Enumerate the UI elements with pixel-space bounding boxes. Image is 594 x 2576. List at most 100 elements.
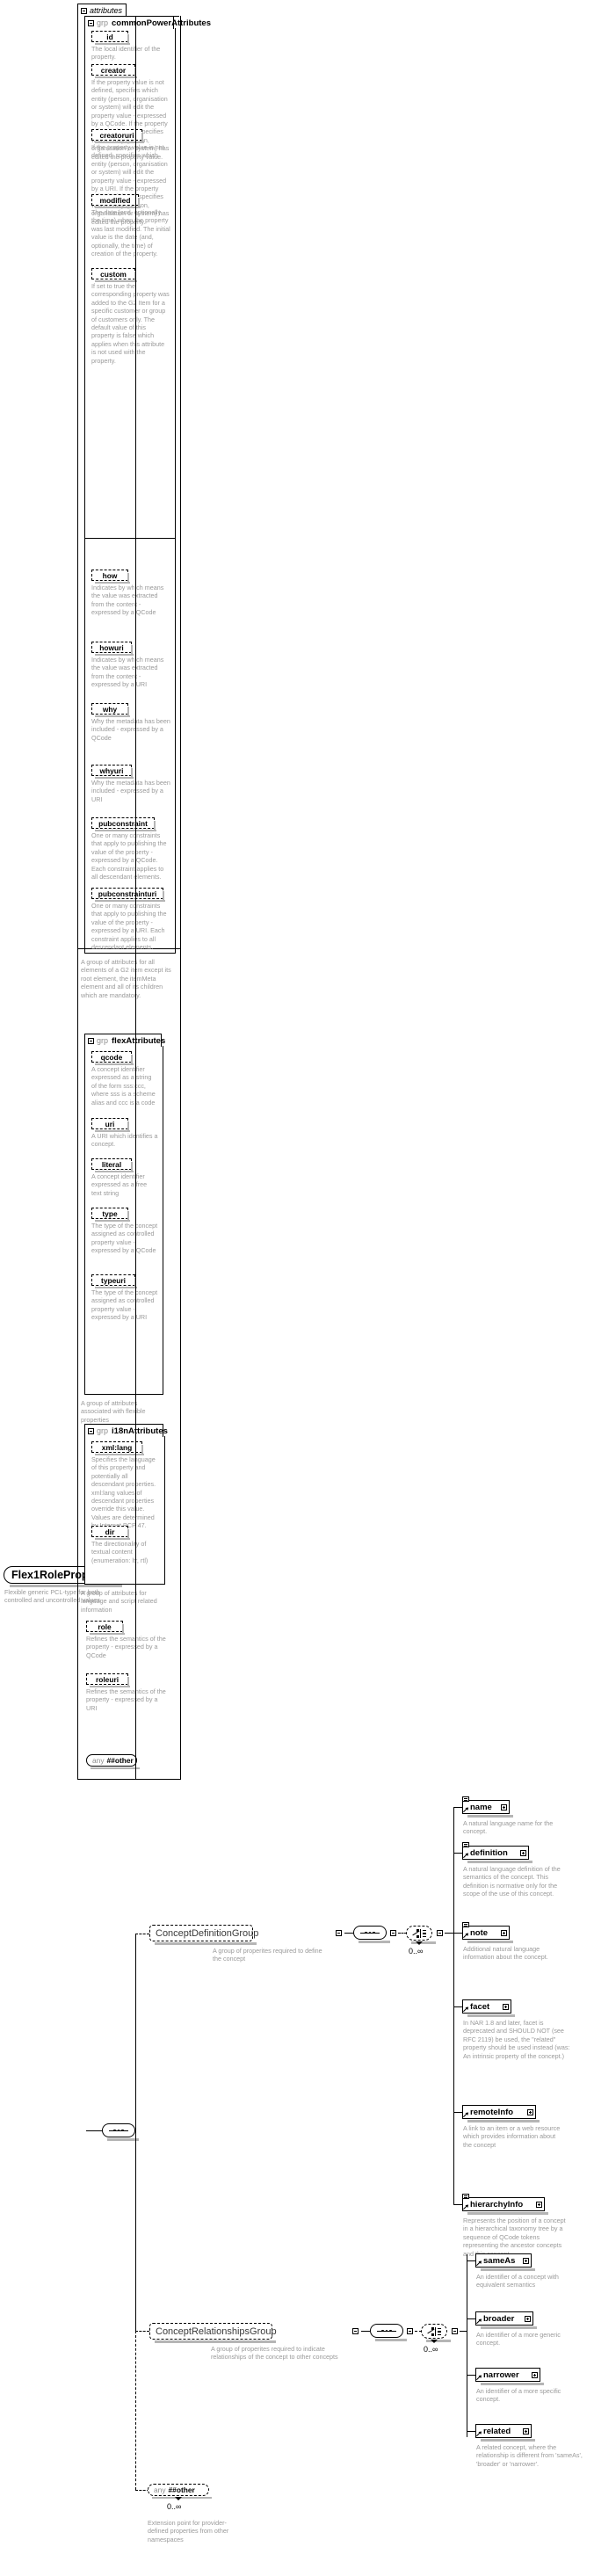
element-doc: Represents the position of a concept in … bbox=[463, 2217, 566, 2258]
cdg-occurrence-label: 0..∞ bbox=[409, 1947, 424, 1956]
plus-icon[interactable] bbox=[523, 2257, 529, 2264]
any-occurrence-label: 0..∞ bbox=[167, 2502, 182, 2511]
element-broader[interactable]: broader bbox=[475, 2311, 537, 2329]
sequence-bar bbox=[109, 2130, 128, 2132]
plus-icon[interactable] bbox=[527, 2108, 533, 2115]
any-other-element-wildcard[interactable]: any ##other bbox=[148, 2484, 212, 2499]
reference-arrow-icon bbox=[477, 2318, 482, 2324]
element-doc: An identifier of a concept with equivale… bbox=[476, 2273, 559, 2289]
any-keyword: any bbox=[154, 2485, 166, 2494]
element-doc: An identifier of a more specific concept… bbox=[476, 2387, 561, 2404]
minus-icon[interactable] bbox=[390, 1930, 396, 1936]
plus-icon[interactable] bbox=[532, 2371, 538, 2378]
element-label: broader bbox=[483, 2313, 515, 2324]
element-doc: In NAR 1.8 and later, facet is deprecate… bbox=[463, 2019, 570, 2060]
crg-child-stub bbox=[467, 2375, 475, 2376]
choice-stub bbox=[437, 2334, 441, 2336]
choice-stub bbox=[437, 2328, 441, 2330]
element-doc: Additional natural language information … bbox=[463, 1945, 548, 1962]
reference-arrow-icon bbox=[477, 2431, 482, 2436]
cdg-child-stub bbox=[453, 1933, 462, 1934]
element-remoteinfo[interactable]: remoteInfo bbox=[462, 2105, 540, 2122]
cdg-child-stub bbox=[453, 2006, 462, 2007]
choice-stub bbox=[422, 1936, 426, 1938]
element-doc: A related concept, where the relationshi… bbox=[476, 2443, 583, 2468]
any-wildcard-doc: Extension point for provider-defined pro… bbox=[148, 2519, 229, 2543]
group-chip-conceptrelationshipsgroup[interactable]: ConceptRelationshipsGroup bbox=[149, 2323, 277, 2343]
attributes-tab-header[interactable]: attributes bbox=[77, 4, 127, 17]
group-doc-conceptdefinitiongroup: A group of properites required to define… bbox=[213, 1947, 322, 1963]
sequence-bar bbox=[377, 2331, 396, 2333]
group-chip-conceptdefinitiongroup[interactable]: ConceptDefinitionGroup bbox=[149, 1925, 258, 1945]
choice-square bbox=[416, 1935, 419, 1938]
plus-icon[interactable] bbox=[520, 1849, 526, 1856]
choice-stub bbox=[422, 1933, 426, 1934]
choice-stub bbox=[422, 1930, 426, 1932]
plus-icon[interactable] bbox=[536, 2201, 542, 2208]
cdg-children-spine bbox=[453, 1807, 454, 2204]
reference-arrow-icon bbox=[464, 1933, 469, 1938]
crg-child-stub bbox=[467, 2431, 475, 2432]
minus-icon[interactable] bbox=[452, 2328, 458, 2334]
element-name[interactable]: name bbox=[462, 1796, 513, 1818]
group-chip-label: ConceptDefinitionGroup bbox=[156, 1927, 259, 1939]
element-sameas[interactable]: sameAs bbox=[475, 2253, 535, 2271]
choice-spine bbox=[435, 2327, 437, 2336]
minus-icon[interactable] bbox=[352, 2328, 359, 2334]
element-label: name bbox=[470, 1802, 492, 1812]
element-narrower[interactable]: narrower bbox=[475, 2368, 544, 2385]
reference-arrow-icon bbox=[477, 2260, 482, 2266]
plus-icon[interactable] bbox=[501, 1803, 507, 1810]
choice-square bbox=[416, 1929, 419, 1932]
crg-to-sequence-line bbox=[361, 2331, 370, 2332]
reference-arrow-icon bbox=[464, 2112, 469, 2117]
element-doc: A natural language definition of the sem… bbox=[463, 1865, 561, 1898]
element-doc: A natural language name for the concept. bbox=[463, 1819, 554, 1836]
plus-icon[interactable] bbox=[501, 1929, 507, 1936]
element-label: narrower bbox=[483, 2369, 519, 2380]
cdg-choice-to-spine bbox=[445, 1933, 453, 1934]
group-doc-conceptrelationshipsgroup: A group of properites required to indica… bbox=[211, 2345, 338, 2362]
reference-arrow-icon bbox=[477, 2375, 482, 2380]
element-facet[interactable]: facet bbox=[462, 1999, 515, 2017]
element-label: facet bbox=[470, 2001, 490, 2012]
element-definition[interactable]: definition bbox=[462, 1842, 532, 1863]
crg-occurrence-caret bbox=[431, 2340, 438, 2343]
minus-icon[interactable] bbox=[81, 7, 87, 14]
element-related[interactable]: related bbox=[475, 2424, 535, 2442]
group-branch-dashed-vertical bbox=[135, 1934, 136, 2331]
crg-child-stub bbox=[467, 2318, 475, 2319]
minus-icon[interactable] bbox=[407, 2328, 413, 2334]
plus-icon[interactable] bbox=[523, 2427, 529, 2435]
cdg-sequence-node[interactable] bbox=[353, 1926, 390, 1943]
branch-to-conceptrelationshipsgroup bbox=[135, 2331, 149, 2332]
cdg-child-stub bbox=[453, 1807, 462, 1808]
reference-arrow-icon bbox=[464, 2006, 469, 2012]
plus-icon[interactable] bbox=[503, 2003, 509, 2010]
element-label: remoteInfo bbox=[470, 2107, 514, 2117]
cdg-choice-node[interactable] bbox=[406, 1926, 436, 1944]
element-label: hierarchyInfo bbox=[470, 2199, 524, 2210]
choice-icon bbox=[427, 2327, 441, 2336]
element-note[interactable]: note bbox=[462, 1922, 513, 1943]
plus-icon[interactable] bbox=[525, 2315, 531, 2322]
minus-icon[interactable] bbox=[437, 1930, 443, 1936]
choice-icon bbox=[412, 1929, 426, 1938]
trunk-vertical bbox=[135, 16, 136, 1779]
choice-stub bbox=[437, 2331, 441, 2333]
root-sequence-node[interactable] bbox=[102, 2123, 139, 2141]
any-namespace: ##other bbox=[168, 2485, 195, 2494]
any-occurrence-caret bbox=[175, 2497, 182, 2500]
crg-sequence-node[interactable] bbox=[370, 2324, 407, 2341]
minus-icon[interactable] bbox=[336, 1930, 342, 1936]
connector-trunk-to-root-sequence bbox=[86, 2130, 102, 2131]
element-hierarchyinfo[interactable]: hierarchyInfo bbox=[462, 2194, 548, 2215]
element-doc: A link to an item or a web resource whic… bbox=[463, 2124, 561, 2149]
group-chip-label: ConceptRelationshipsGroup bbox=[156, 2326, 277, 2337]
attributes-tab-label: attributes bbox=[90, 6, 123, 15]
crg-choice-node[interactable] bbox=[421, 2324, 451, 2342]
complex-content-icon bbox=[462, 1922, 469, 1927]
cdg-child-stub bbox=[453, 2112, 462, 2113]
element-label: related bbox=[483, 2426, 511, 2436]
choice-square bbox=[431, 2327, 434, 2330]
